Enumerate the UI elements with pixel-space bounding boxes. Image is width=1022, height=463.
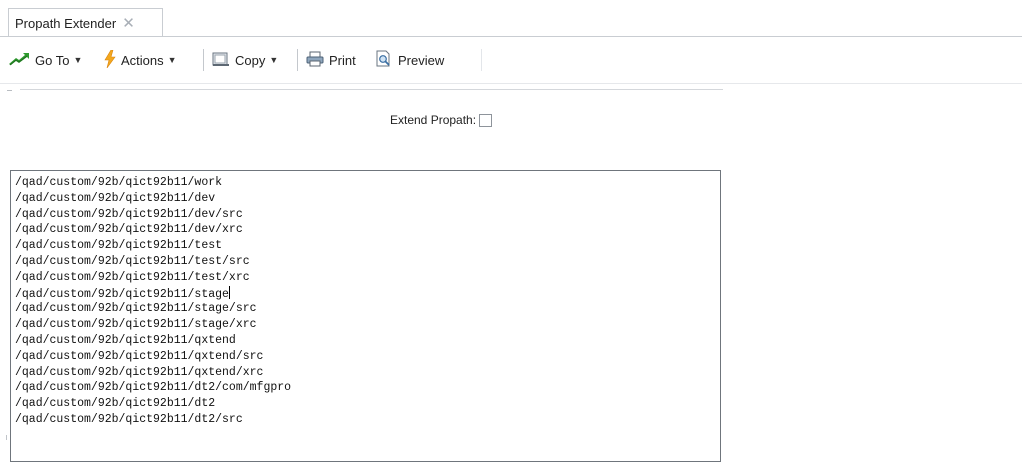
- propath-line-text: /qad/custom/92b/qict92b11/test: [15, 239, 223, 253]
- copy-button[interactable]: Copy ▼: [212, 49, 278, 71]
- text-caret: [228, 285, 230, 299]
- propath-line: /qad/custom/92b/qict92b11/stage/xrc: [15, 317, 720, 333]
- copy-label: Copy: [235, 52, 266, 68]
- toolbar: Go To ▼ Actions ▼ Copy ▼ Print Preview: [0, 37, 1022, 84]
- propath-line: /qad/custom/92b/qict92b11/stage/src: [15, 301, 720, 317]
- propath-line: /qad/custom/92b/qict92b11/work: [15, 175, 720, 191]
- propath-line-text: /qad/custom/92b/qict92b11/stage: [15, 287, 229, 301]
- preview-label: Preview: [398, 52, 445, 68]
- goto-button[interactable]: Go To ▼: [8, 49, 82, 71]
- chevron-down-icon: ▼: [73, 55, 83, 65]
- propath-line-text: /qad/custom/92b/qict92b11/dev: [15, 191, 216, 205]
- chevron-down-icon: ▼: [167, 55, 177, 65]
- preview-icon: [375, 50, 393, 70]
- propath-textarea[interactable]: /qad/custom/92b/qict92b11/work/qad/custo…: [10, 170, 721, 462]
- propath-line: /qad/custom/92b/qict92b11/dev/src: [15, 207, 720, 223]
- toolbar-separator: [481, 49, 482, 71]
- propath-line-text: /qad/custom/92b/qict92b11/stage/xrc: [15, 318, 257, 332]
- propath-line: /qad/custom/92b/qict92b11/dev: [15, 191, 720, 207]
- toolbar-separator: [297, 49, 298, 71]
- propath-line-text: /qad/custom/92b/qict92b11/test/xrc: [15, 270, 250, 284]
- propath-line-text: /qad/custom/92b/qict92b11/qxtend/xrc: [15, 365, 264, 379]
- propath-line-text: /qad/custom/92b/qict92b11/dt2/src: [15, 412, 243, 426]
- close-icon[interactable]: ✕: [122, 16, 135, 31]
- print-button[interactable]: Print: [306, 49, 356, 71]
- lightning-icon: [104, 49, 116, 71]
- tab-strip: Propath Extender ✕: [0, 0, 1022, 37]
- propath-line: /qad/custom/92b/qict92b11/test: [15, 238, 720, 254]
- propath-line: /qad/custom/92b/qict92b11/test/src: [15, 254, 720, 270]
- tab-title: Propath Extender: [15, 15, 117, 31]
- extend-propath-checkbox[interactable]: [479, 113, 493, 127]
- extend-propath-row: Extend Propath:: [390, 111, 493, 129]
- propath-line: /qad/custom/92b/qict92b11/stage: [15, 285, 720, 302]
- green-arrow-icon: [8, 52, 30, 69]
- extend-propath-label: Extend Propath:: [390, 113, 477, 127]
- propath-line-text: /qad/custom/92b/qict92b11/dev/xrc: [15, 223, 243, 237]
- copy-icon: [212, 51, 230, 70]
- tab-propath-extender[interactable]: Propath Extender ✕: [8, 8, 163, 37]
- left-edge-mark: [6, 435, 7, 440]
- propath-line-text: /qad/custom/92b/qict92b11/dt2: [15, 397, 216, 411]
- preview-button[interactable]: Preview: [375, 49, 444, 71]
- print-label: Print: [329, 52, 356, 68]
- goto-label: Go To: [35, 52, 70, 68]
- propath-line-text: /qad/custom/92b/qict92b11/qxtend: [15, 333, 236, 347]
- propath-line-text: /qad/custom/92b/qict92b11/work: [15, 176, 223, 189]
- actions-button[interactable]: Actions ▼: [104, 49, 177, 71]
- propath-line-text: /qad/custom/92b/qict92b11/test/src: [15, 254, 250, 268]
- propath-line: /qad/custom/92b/qict92b11/dt2/com/mfgpro: [15, 380, 720, 396]
- printer-icon: [306, 51, 324, 70]
- propath-line: /qad/custom/92b/qict92b11/qxtend: [15, 333, 720, 349]
- toolbar-separator: [203, 49, 204, 71]
- propath-line-text: /qad/custom/92b/qict92b11/qxtend/src: [15, 349, 264, 363]
- propath-line: /qad/custom/92b/qict92b11/dt2: [15, 396, 720, 412]
- propath-line: /qad/custom/92b/qict92b11/test/xrc: [15, 270, 720, 286]
- propath-line: /qad/custom/92b/qict92b11/qxtend/xrc: [15, 365, 720, 381]
- section-divider: [20, 89, 723, 90]
- chevron-down-icon: ▼: [269, 55, 279, 65]
- actions-label: Actions: [121, 52, 164, 68]
- propath-line-text: /qad/custom/92b/qict92b11/dt2/com/mfgpro: [15, 381, 292, 395]
- propath-extender-window: Propath Extender ✕ Go To ▼ Actions ▼ Cop…: [0, 0, 1022, 463]
- propath-line-text: /qad/custom/92b/qict92b11/dev/src: [15, 207, 243, 221]
- propath-line: /qad/custom/92b/qict92b11/qxtend/src: [15, 349, 720, 365]
- propath-line: /qad/custom/92b/qict92b11/dt2/src: [15, 412, 720, 428]
- left-edge-mark: [7, 90, 12, 91]
- propath-line: /qad/custom/92b/qict92b11/dev/xrc: [15, 222, 720, 238]
- propath-line-text: /qad/custom/92b/qict92b11/stage/src: [15, 302, 257, 316]
